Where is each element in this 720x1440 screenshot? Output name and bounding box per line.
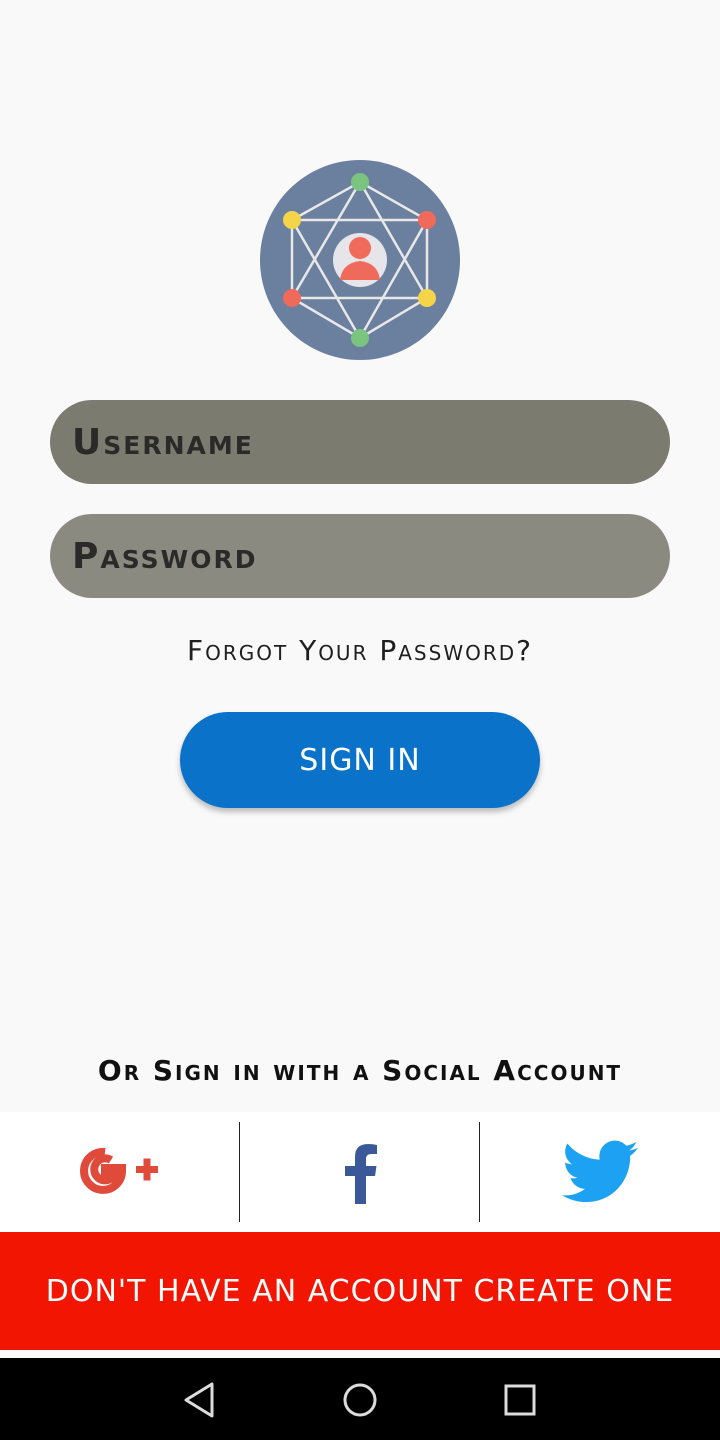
social-bar	[0, 1112, 720, 1232]
home-icon[interactable]	[338, 1378, 382, 1422]
system-nav-bar	[0, 1358, 720, 1440]
back-icon[interactable]	[178, 1378, 222, 1422]
create-account-label: DON'T HAVE AN ACCOUNT CREATE ONE	[45, 1273, 675, 1309]
google-plus-icon	[80, 1147, 158, 1194]
recents-icon[interactable]	[498, 1378, 542, 1422]
app-logo	[260, 160, 460, 360]
username-placeholder: Username	[72, 421, 254, 463]
facebook-button[interactable]	[240, 1112, 480, 1232]
facebook-icon	[345, 1144, 377, 1204]
sign-in-button[interactable]: SIGN IN	[180, 712, 540, 808]
password-field[interactable]: Password	[50, 514, 670, 598]
twitter-button[interactable]	[480, 1112, 720, 1232]
sign-in-label: SIGN IN	[299, 742, 421, 778]
username-field[interactable]: Username	[50, 400, 670, 484]
social-signin-title: Or Sign in with a Social Account	[97, 1054, 623, 1087]
password-placeholder: Password	[72, 535, 258, 577]
twitter-icon	[562, 1140, 638, 1203]
create-account-button[interactable]: DON'T HAVE AN ACCOUNT CREATE ONE	[0, 1232, 720, 1350]
google-plus-button[interactable]	[0, 1112, 240, 1232]
forgot-password-link[interactable]: Forgot Your Password?	[0, 634, 720, 667]
